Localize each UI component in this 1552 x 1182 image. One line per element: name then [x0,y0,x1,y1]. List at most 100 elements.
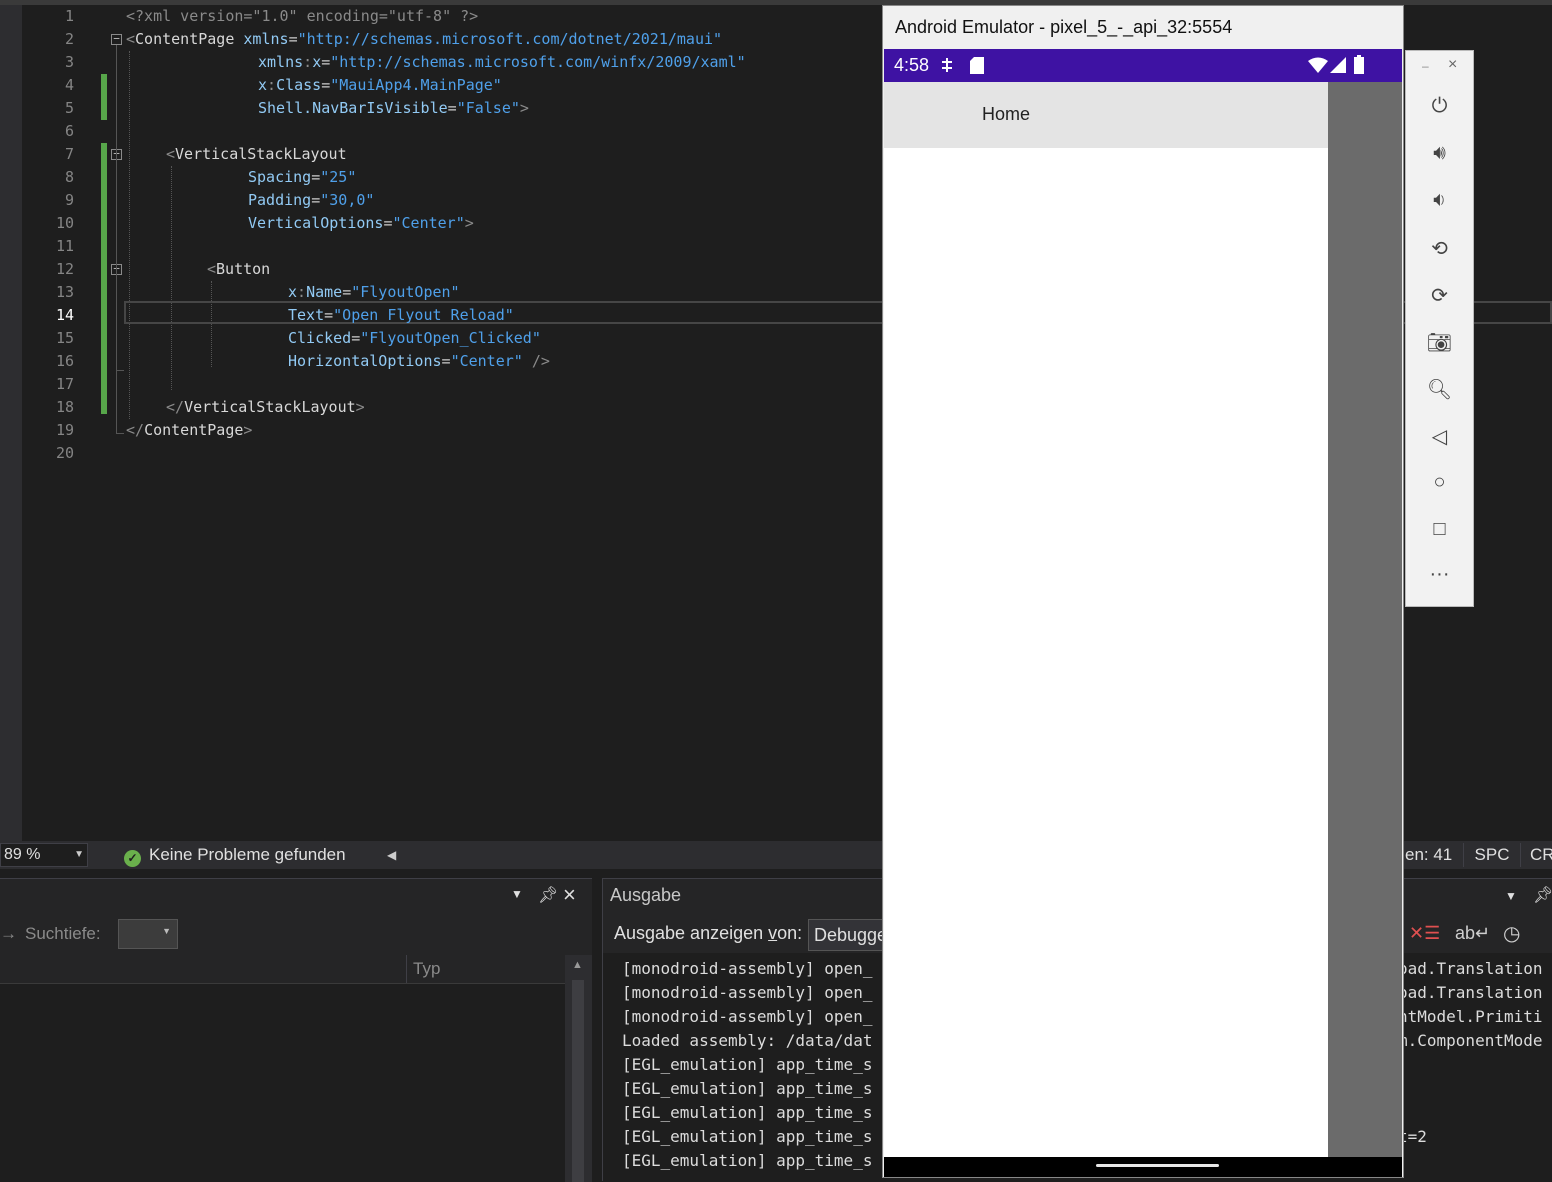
clear-all-icon[interactable]: ✕☰ [1409,923,1440,944]
clock-icon[interactable]: ◷ [1503,921,1520,946]
attr-name: Spacing [248,168,312,186]
code-line-13[interactable]: x:Name="FlyoutOpen" [288,281,460,304]
output-line: [monodroid-assembly] open_ [622,1007,873,1026]
code-line-12[interactable]: <Button [207,258,270,281]
code-line-5[interactable]: Shell.NavBarIsVisible="False"> [258,97,529,120]
code-line-7[interactable]: <VerticalStackLayout [166,143,347,166]
output-line-tail: oad.Translation [1398,959,1543,978]
code-line-2[interactable]: <ContentPage xmlns="http://schemas.micro… [126,28,722,51]
column-header-typ[interactable]: Typ [406,955,440,983]
more-icon[interactable]: ··· [1406,563,1473,586]
line-number: 5 [64,99,74,117]
code-line-1[interactable]: <?xml version="1.0" encoding="utf-8" ?> [126,5,478,28]
output-line: Loaded assembly: /data/dat [622,1031,873,1050]
code-line-8[interactable]: Spacing="25" [248,166,356,189]
chevron-down-icon: ▼ [74,849,84,860]
close-icon[interactable]: × [563,882,576,908]
chevron-down-icon: ▼ [162,926,171,936]
line-number: 12 [55,260,74,278]
page-title: Home [982,104,1031,124]
zoom-select[interactable]: 89 % ▼ [0,843,88,867]
code-line-10[interactable]: VerticalOptions="Center"> [248,212,474,235]
rotate-left-icon[interactable]: ⟲ [1406,236,1473,261]
attr-value: "FlyoutOpen_Clicked" [360,329,541,347]
pin-icon[interactable]: 📌︎ [1533,885,1552,905]
fold-guide [116,45,117,433]
column-indicator[interactable]: en: 41 [1405,841,1452,869]
minimize-button[interactable]: – [1422,59,1429,73]
scroll-left-icon[interactable]: ◀ [387,841,396,869]
home-icon[interactable]: ○ [1406,471,1473,494]
chevron-down-icon[interactable]: ▼ [1505,889,1517,903]
indent-guide [171,166,172,390]
attr-value: "25" [320,168,357,186]
line-number: 19 [55,421,74,439]
scrollbar-thumb[interactable] [572,980,584,1182]
output-source-label: Ausgabe anzeigen von: [614,923,802,944]
flyout-overlay[interactable] [1328,82,1402,1157]
tool-window-left: ▼ 📌︎ × → Suchtiefe: ▼ Typ ▲ [0,878,592,1182]
gesture-bar[interactable] [1096,1164,1219,1167]
word-wrap-icon[interactable]: ab↵ [1455,923,1490,944]
status-clock: 4:58 [894,55,930,75]
line-ending-indicator[interactable]: CR [1530,841,1552,869]
code-line-4[interactable]: x:Class="MauiApp4.MainPage" [258,74,502,97]
android-status-bar: 4:58 [884,49,1402,82]
code-line-19[interactable]: </ContentPage> [126,419,252,442]
pin-icon[interactable]: 📌︎ [538,885,558,905]
volume-up-icon[interactable]: 🔊︎ [1406,142,1473,165]
code-line-9[interactable]: Padding="30,0" [248,189,374,212]
attr-name: xmlns [243,30,289,48]
scroll-up-icon[interactable]: ▲ [572,959,583,971]
search-depth-select[interactable]: ▼ [118,919,178,949]
arrow-right-icon[interactable]: → [0,924,17,943]
camera-icon[interactable]: 📷︎ [1406,330,1473,355]
back-icon[interactable]: ◁ [1406,424,1473,449]
device-screen[interactable]: 4:58 Home [884,49,1402,1177]
app-nav-bar: Home [884,82,1328,148]
indent-guide [129,51,130,419]
attr-value: "http://schemas.microsoft.com/winfx/2009… [330,53,746,71]
attr-value: "Open Flyout Reload" [333,306,514,324]
attr-value: "False" [456,99,520,117]
output-line: [EGL_emulation] app_time_s [622,1127,873,1146]
search-depth-row: → Suchtiefe: [0,919,101,949]
results-list[interactable] [0,983,565,1182]
code-line-3[interactable]: xmlns:x="http://schemas.microsoft.com/wi… [258,51,746,74]
emulator-title: Android Emulator - pixel_5_-_api_32:5554 [895,17,1233,37]
volume-down-icon[interactable]: 🔉︎ [1406,189,1473,212]
tag-name: VerticalStackLayout [175,145,347,163]
line-number: 17 [55,375,74,393]
attr-value: "30,0" [320,191,375,209]
output-title: Ausgabe [610,885,682,905]
line-number: 13 [55,283,74,301]
xml-declaration: <?xml version="1.0" encoding="utf-8" ?> [126,7,479,25]
issues-indicator[interactable]: ✓ Keine Probleme gefunden [124,841,346,869]
output-line: [EGL_emulation] app_time_s [622,1103,873,1122]
chevron-down-icon[interactable]: ▼ [511,887,523,901]
attr-value: "FlyoutOpen" [351,283,460,301]
rotate-right-icon[interactable]: ⟳ [1406,283,1473,308]
emulator-window[interactable]: Android Emulator - pixel_5_-_api_32:5554… [882,5,1404,1178]
zoom-value: 89 % [4,846,41,863]
fold-toggle[interactable]: − [111,33,122,45]
line-number: 4 [64,76,74,94]
whitespace-indicator[interactable]: SPC [1463,843,1521,867]
overview-icon[interactable]: □ [1406,518,1473,541]
check-circle-icon: ✓ [124,850,141,867]
line-number: 16 [55,352,74,370]
vertical-scrollbar[interactable]: ▲ [565,955,592,1182]
code-line-16[interactable]: HorizontalOptions="Center" /> [288,350,550,373]
line-number: 6 [64,122,74,140]
zoom-icon[interactable]: 🔍︎ [1406,377,1473,402]
close-button[interactable]: × [1448,56,1457,74]
code-line-18[interactable]: </VerticalStackLayout> [166,396,365,419]
panel-header: ▼ 📌︎ × [0,879,592,915]
attr-name: Class [276,76,322,94]
power-icon[interactable]: ⏻ [1406,95,1473,118]
code-line-14[interactable]: Text="Open Flyout Reload" [288,304,514,327]
issues-text: Keine Probleme gefunden [149,845,346,864]
code-line-15[interactable]: Clicked="FlyoutOpen_Clicked" [288,327,541,350]
app-content[interactable]: Home [884,82,1328,1157]
output-source-label-suffix: on: [777,923,803,943]
